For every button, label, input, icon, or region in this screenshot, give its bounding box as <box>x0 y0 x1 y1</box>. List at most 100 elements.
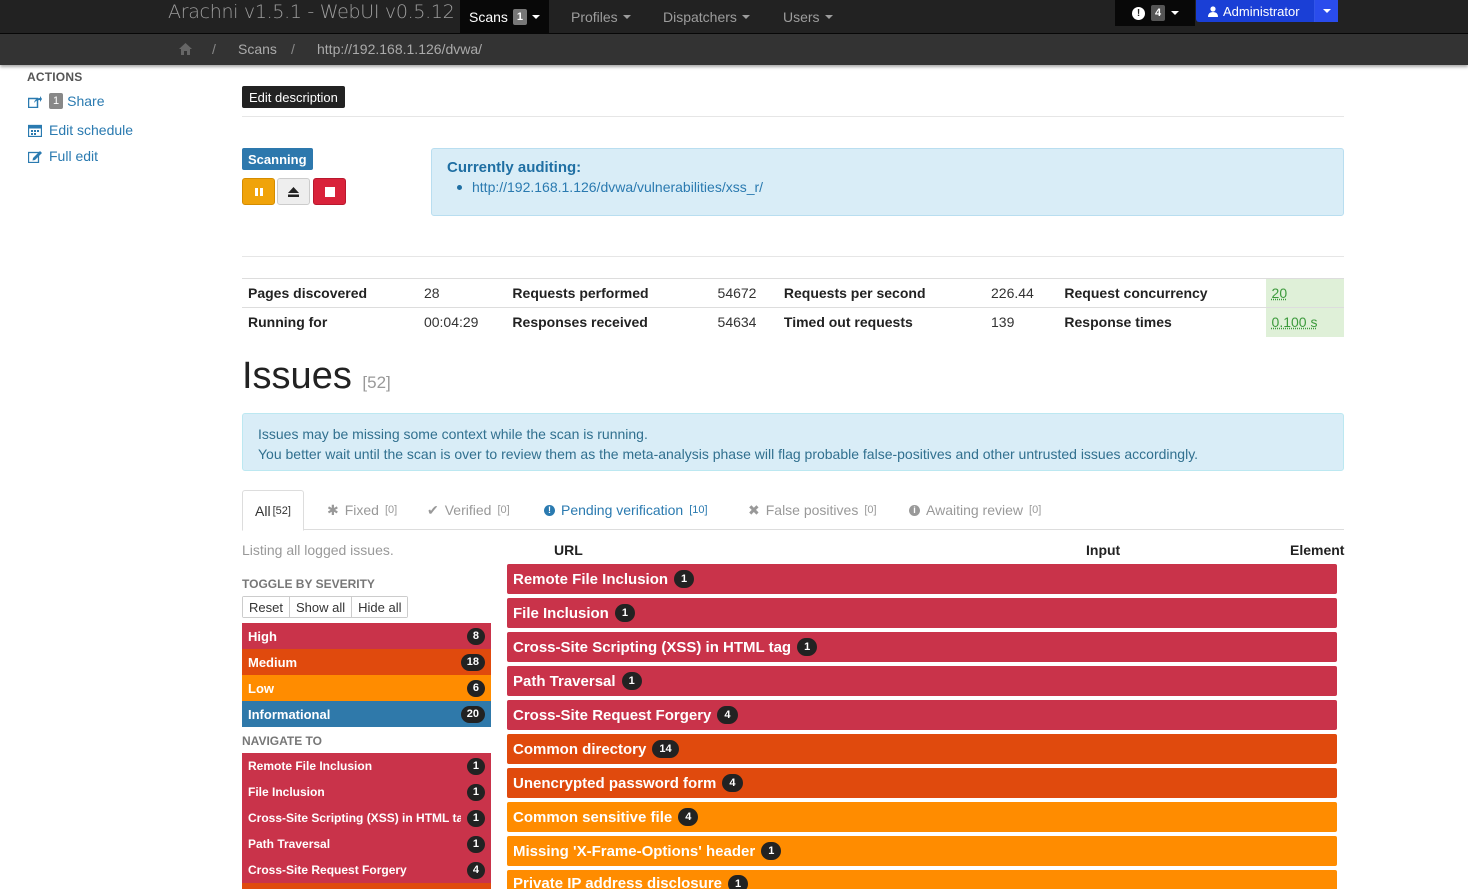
auditing-url-link[interactable]: http://192.168.1.126/dvwa/vulnerabilitie… <box>472 179 763 195</box>
tab-pending-verification[interactable]: ! Pending verification [10] <box>544 490 708 530</box>
edit-icon <box>28 150 42 163</box>
navigate-count: 1 <box>466 758 485 775</box>
nav-profiles[interactable]: Profiles <box>571 6 631 28</box>
issue-count: 1 <box>621 672 642 690</box>
stat-label: Timed out requests <box>777 307 986 337</box>
response-times-cell[interactable]: 0.100 s <box>1265 307 1344 337</box>
severity-label: Low <box>248 680 274 696</box>
sidebar-edit-schedule[interactable]: Edit schedule <box>28 122 133 138</box>
breadcrumb-scans[interactable]: Scans <box>238 41 277 57</box>
navigate-item[interactable]: Remote File Inclusion 1 <box>242 753 491 779</box>
stat-value: 00:04:29 <box>417 307 507 337</box>
issue-tabs: All [52] ✱ Fixed [0] ✔ Verified [0] ! Pending … <box>242 490 1344 531</box>
divider <box>242 116 1344 117</box>
issues-heading: Issues [52] <box>242 355 391 398</box>
sidebar-share[interactable]: 1 Share <box>28 93 104 109</box>
severity-label: Informational <box>248 706 331 722</box>
issue-name: File Inclusion <box>513 604 609 622</box>
issue-group-row[interactable]: Private IP address disclosure 1 <box>507 870 1337 889</box>
pause-icon <box>254 187 263 196</box>
pause-button[interactable] <box>242 178 275 205</box>
column-header-input: Input <box>1086 542 1121 558</box>
suspend-button[interactable] <box>277 178 310 205</box>
severity-toggle-informational[interactable]: Informational 20 <box>242 701 491 727</box>
navigate-item[interactable]: Cross-Site Scripting (XSS) in HTML tag 1 <box>242 805 491 831</box>
nav-dispatchers-label: Dispatchers <box>663 9 737 25</box>
show-all-button[interactable]: Show all <box>289 597 353 617</box>
home-icon[interactable] <box>179 43 192 55</box>
user-menu-toggle[interactable] <box>1314 0 1338 22</box>
tab-all[interactable]: All [52] <box>242 490 304 531</box>
chevron-down-icon <box>824 15 833 19</box>
severity-toggle-low[interactable]: Low 6 <box>242 675 491 701</box>
nav-scans[interactable]: Scans 1 <box>460 0 550 34</box>
column-header-element: Element <box>1290 542 1345 558</box>
issue-count: 4 <box>722 774 743 792</box>
tab-false-positives[interactable]: ✖ False positives [0] <box>748 490 877 530</box>
navigate-label: Remote File Inclusion <box>248 759 373 773</box>
breadcrumb-separator: / <box>291 41 295 57</box>
asterisk-icon: ✱ <box>327 501 339 518</box>
issue-group-row[interactable]: Cross-Site Request Forgery 4 <box>507 700 1337 730</box>
brand-title[interactable]: Arachni v1.5.1 - WebUI v0.5.12 <box>168 1 455 23</box>
tab-label: False positives <box>765 502 859 518</box>
issue-count: 4 <box>717 706 738 724</box>
issue-name: Path Traversal <box>513 672 616 690</box>
navigate-label: Cross-Site Scripting (XSS) in HTML tag <box>248 811 461 825</box>
edit-description-button[interactable]: Edit description <box>242 86 345 108</box>
nav-dispatchers[interactable]: Dispatchers <box>663 6 750 28</box>
navigate-count: 4 <box>466 862 485 879</box>
navigate-item[interactable] <box>242 883 491 889</box>
auditing-item: http://192.168.1.126/dvwa/vulnerabilitie… <box>457 179 763 195</box>
tab-awaiting-review[interactable]: i Awaiting review [0] <box>909 490 1041 530</box>
stat-value: 54634 <box>711 307 778 337</box>
issue-group-row[interactable]: File Inclusion 1 <box>507 598 1337 628</box>
navigate-item[interactable]: File Inclusion 1 <box>242 779 491 805</box>
issue-group-row[interactable]: Unencrypted password form 4 <box>507 768 1337 798</box>
issue-group-row[interactable]: Path Traversal 1 <box>507 666 1337 696</box>
response-times-value[interactable]: 0.100 s <box>1272 314 1318 330</box>
navigate-item[interactable]: Cross-Site Request Forgery 4 <box>242 857 491 883</box>
severity-count: 18 <box>460 654 485 671</box>
navigate-heading: NAVIGATE TO <box>242 734 323 748</box>
hide-all-button[interactable]: Hide all <box>352 597 408 617</box>
abort-button[interactable] <box>313 178 346 205</box>
severity-toggle-medium[interactable]: Medium 18 <box>242 649 491 675</box>
issue-group-row[interactable]: Remote File Inclusion 1 <box>507 564 1337 594</box>
stat-label: Running for <box>242 307 418 337</box>
severity-count: 6 <box>466 680 485 697</box>
sidebar-full-edit[interactable]: Full edit <box>28 148 98 164</box>
user-menu-button[interactable]: Administrator <box>1196 0 1338 22</box>
issue-group-row[interactable]: Missing 'X-Frame-Options' header 1 <box>507 836 1337 866</box>
tab-verified[interactable]: ✔ Verified [0] <box>427 490 510 530</box>
stat-label: Pages discovered <box>242 278 418 308</box>
concurrency-cell[interactable]: 20 <box>1265 278 1344 308</box>
stat-value: 226.44 <box>985 278 1059 308</box>
tab-label: Fixed <box>344 502 379 518</box>
concurrency-value[interactable]: 20 <box>1272 285 1288 301</box>
notifications-dropdown[interactable]: ! 4 <box>1115 0 1195 26</box>
breadcrumb-current[interactable]: http://192.168.1.126/dvwa/ <box>317 41 482 57</box>
issues-title: Issues <box>242 355 352 397</box>
issue-count: 1 <box>797 638 818 656</box>
navigate-count: 1 <box>466 836 485 853</box>
chevron-down-icon <box>622 15 631 19</box>
nav-users[interactable]: Users <box>783 6 833 28</box>
eject-icon <box>288 186 299 197</box>
tab-label: Pending verification <box>561 502 684 518</box>
chevron-down-icon <box>741 15 750 19</box>
tab-label: Verified <box>444 502 492 518</box>
issue-group-row[interactable]: Cross-Site Scripting (XSS) in HTML tag 1 <box>507 632 1337 662</box>
navigate-item[interactable]: Path Traversal 1 <box>242 831 491 857</box>
issue-group-row[interactable]: Common sensitive file 4 <box>507 802 1337 832</box>
tab-fixed[interactable]: ✱ Fixed [0] <box>327 490 397 530</box>
breadcrumb-separator: / <box>212 41 216 57</box>
stat-value: 54672 <box>711 278 778 308</box>
tab-count: [10] <box>689 504 708 516</box>
reset-button[interactable]: Reset <box>243 597 290 617</box>
issue-name: Remote File Inclusion <box>513 570 669 588</box>
listing-description: Listing all logged issues. <box>242 542 394 558</box>
severity-count: 20 <box>460 706 485 723</box>
severity-toggle-high[interactable]: High 8 <box>242 623 491 649</box>
issue-group-row[interactable]: Common directory 14 <box>507 734 1337 764</box>
